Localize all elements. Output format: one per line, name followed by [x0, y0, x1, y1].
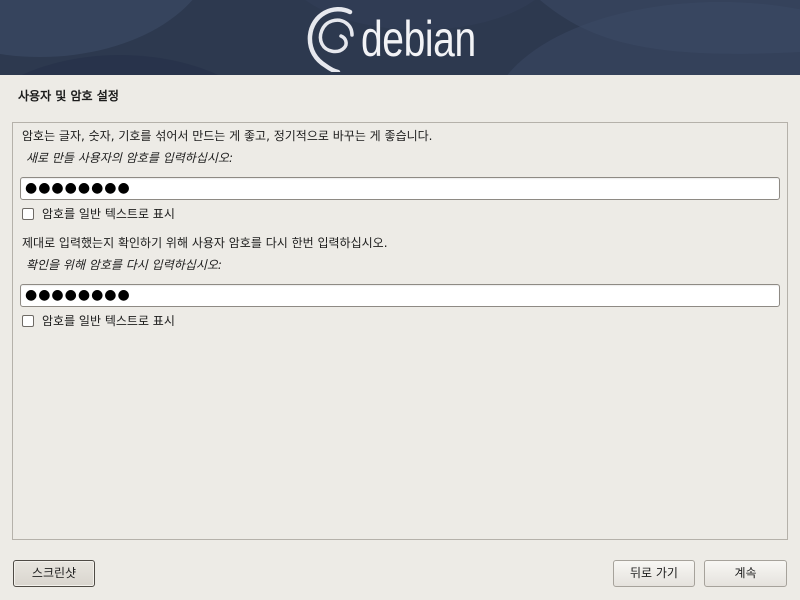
form-panel: 암호는 글자, 숫자, 기호를 섞어서 만드는 게 좋고, 정기적으로 바꾸는 …	[12, 122, 788, 540]
password-prompt-label: 새로 만들 사용자의 암호를 입력하십시오:	[26, 151, 233, 165]
show-confirm-password-checkbox[interactable]	[22, 315, 34, 327]
continue-button[interactable]: 계속	[704, 560, 787, 587]
password-description: 암호는 글자, 숫자, 기호를 섞어서 만드는 게 좋고, 정기적으로 바꾸는 …	[22, 129, 433, 143]
debian-logo-text: debian	[361, 11, 476, 67]
back-button[interactable]: 뒤로 가기	[613, 560, 695, 587]
header-banner: debian	[0, 0, 800, 75]
password-input[interactable]: ●●●●●●●●	[20, 177, 780, 200]
page-title: 사용자 및 암호 설정	[18, 89, 119, 103]
screenshot-button[interactable]: 스크린샷	[13, 560, 95, 587]
show-password-checkbox[interactable]	[22, 208, 34, 220]
confirm-description: 제대로 입력했는지 확인하기 위해 사용자 암호를 다시 한번 입력하십시오.	[22, 236, 388, 250]
debian-swirl-icon	[307, 7, 354, 72]
confirm-prompt-label: 확인을 위해 암호를 다시 입력하십시오:	[26, 258, 222, 272]
confirm-password-input[interactable]: ●●●●●●●●	[20, 284, 780, 307]
show-password-label[interactable]: 암호를 일반 텍스트로 표시	[42, 207, 175, 221]
show-confirm-password-label[interactable]: 암호를 일반 텍스트로 표시	[42, 314, 175, 328]
